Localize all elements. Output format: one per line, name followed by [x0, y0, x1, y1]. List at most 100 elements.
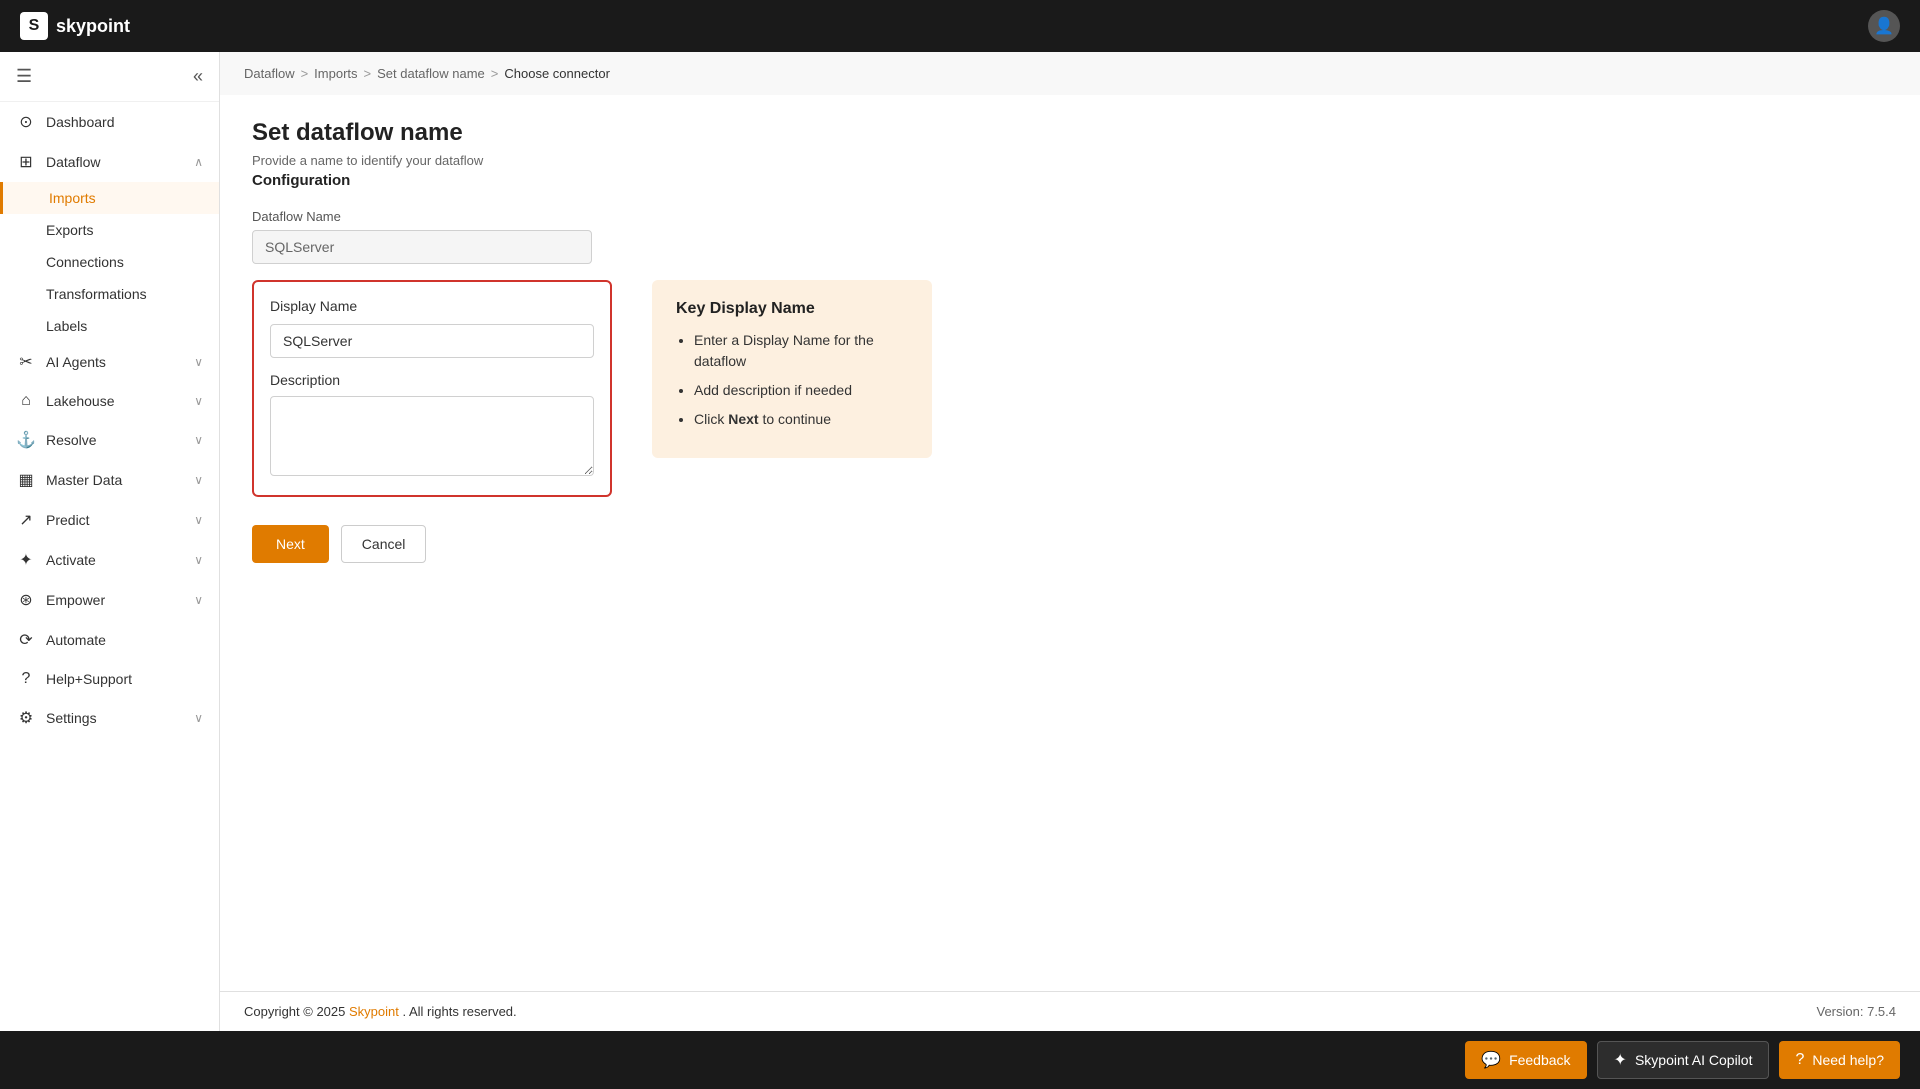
sidebar-item-label: Empower	[46, 592, 184, 608]
display-name-input[interactable]	[270, 324, 594, 358]
sidebar-sub-item-transformations[interactable]: Transformations	[0, 278, 219, 310]
hint-item-2: Add description if needed	[694, 380, 908, 401]
brand-link[interactable]: Skypoint	[349, 1004, 399, 1019]
labels-label: Labels	[46, 318, 87, 334]
page-subtitle: Provide a name to identify your dataflow	[252, 153, 1888, 168]
dataflow-name-label: Dataflow Name	[252, 209, 1888, 224]
sidebar-item-label: Dataflow	[46, 154, 184, 170]
cancel-button[interactable]: Cancel	[341, 525, 427, 563]
sidebar-item-label: Automate	[46, 632, 203, 648]
sidebar-sub-item-labels[interactable]: Labels	[0, 310, 219, 342]
breadcrumb-sep-1: >	[301, 66, 309, 81]
feedback-icon: 💬	[1481, 1050, 1501, 1070]
brand-name: skypoint	[56, 16, 130, 37]
sidebar-item-dataflow[interactable]: ⊞ Dataflow ∧	[0, 142, 219, 182]
sidebar-item-automate[interactable]: ⟳ Automate	[0, 620, 219, 660]
description-label: Description	[270, 372, 594, 388]
activate-icon: ✦	[16, 550, 36, 570]
footer-version: Version: 7.5.4	[1817, 1004, 1897, 1019]
chevron-down-icon: ∨	[194, 355, 203, 369]
connections-label: Connections	[46, 254, 124, 270]
sidebar-item-label: Settings	[46, 710, 184, 726]
main-layout: ☰ « ⊙ Dashboard ⊞ Dataflow ∧ Imports Exp…	[0, 52, 1920, 1031]
ai-agents-icon: ✂	[16, 352, 36, 372]
chevron-down-icon: ∨	[194, 553, 203, 567]
master-data-icon: ▦	[16, 470, 36, 490]
topbar: S skypoint 👤	[0, 0, 1920, 52]
section-label: Configuration	[252, 172, 1888, 189]
main-content: Set dataflow name Provide a name to iden…	[220, 95, 1920, 991]
resolve-icon: ⚓	[16, 430, 36, 450]
chevron-down-icon: ∨	[194, 473, 203, 487]
sidebar-sub-item-imports[interactable]: Imports	[0, 182, 219, 214]
footer: Copyright © 2025 Skypoint . All rights r…	[220, 991, 1920, 1031]
logo-icon: S	[20, 12, 48, 40]
chevron-down-icon: ∨	[194, 711, 203, 725]
chevron-down-icon: ∨	[194, 394, 203, 408]
hamburger-icon[interactable]: ☰	[16, 66, 32, 87]
content-area: Dataflow > Imports > Set dataflow name >…	[220, 52, 1920, 1031]
breadcrumb-imports[interactable]: Imports	[314, 66, 357, 81]
sidebar: ☰ « ⊙ Dashboard ⊞ Dataflow ∧ Imports Exp…	[0, 52, 220, 1031]
lakehouse-icon: ⌂	[16, 392, 36, 410]
display-name-box: Display Name Description	[252, 280, 612, 497]
sidebar-sub-item-exports[interactable]: Exports	[0, 214, 219, 246]
sidebar-item-settings[interactable]: ⚙ Settings ∨	[0, 698, 219, 738]
predict-icon: ↗	[16, 510, 36, 530]
hint-title: Key Display Name	[676, 300, 908, 318]
sidebar-item-label: Resolve	[46, 432, 184, 448]
sidebar-item-label: Lakehouse	[46, 393, 184, 409]
feedback-button[interactable]: 💬 Feedback	[1465, 1041, 1586, 1079]
empower-icon: ⊛	[16, 590, 36, 610]
breadcrumb-sep-3: >	[491, 66, 499, 81]
chevron-up-icon: ∧	[194, 155, 203, 169]
sidebar-sub-item-connections[interactable]: Connections	[0, 246, 219, 278]
sidebar-item-predict[interactable]: ↗ Predict ∨	[0, 500, 219, 540]
dashboard-icon: ⊙	[16, 112, 36, 132]
brand-logo[interactable]: S skypoint	[20, 12, 130, 40]
sidebar-item-master-data[interactable]: ▦ Master Data ∨	[0, 460, 219, 500]
breadcrumb-current: Choose connector	[504, 66, 610, 81]
help-button-icon: ?	[1795, 1051, 1804, 1069]
next-button[interactable]: Next	[252, 525, 329, 563]
imports-label: Imports	[49, 190, 96, 206]
breadcrumb: Dataflow > Imports > Set dataflow name >…	[220, 52, 1920, 95]
breadcrumb-dataflow[interactable]: Dataflow	[244, 66, 295, 81]
form-row: Display Name Description Key Display Nam…	[252, 280, 1888, 521]
sidebar-item-help-support[interactable]: ? Help+Support	[0, 660, 219, 698]
sidebar-item-label: Predict	[46, 512, 184, 528]
page-title: Set dataflow name	[252, 119, 1888, 147]
sidebar-item-ai-agents[interactable]: ✂ AI Agents ∨	[0, 342, 219, 382]
help-button[interactable]: ? Need help?	[1779, 1041, 1900, 1079]
copilot-label: Skypoint AI Copilot	[1635, 1052, 1753, 1068]
sidebar-item-resolve[interactable]: ⚓ Resolve ∨	[0, 420, 219, 460]
sidebar-item-label: Help+Support	[46, 671, 203, 687]
transformations-label: Transformations	[46, 286, 147, 302]
copyright-text: Copyright © 2025	[244, 1004, 349, 1019]
feedback-label: Feedback	[1509, 1052, 1570, 1068]
sidebar-item-lakehouse[interactable]: ⌂ Lakehouse ∨	[0, 382, 219, 420]
automate-icon: ⟳	[16, 630, 36, 650]
copilot-button[interactable]: ✦ Skypoint AI Copilot	[1597, 1041, 1770, 1079]
description-textarea[interactable]	[270, 396, 594, 476]
user-avatar[interactable]: 👤	[1868, 10, 1900, 42]
chevron-down-icon: ∨	[194, 433, 203, 447]
sidebar-item-label: Master Data	[46, 472, 184, 488]
sidebar-item-empower[interactable]: ⊛ Empower ∨	[0, 580, 219, 620]
sidebar-item-dashboard[interactable]: ⊙ Dashboard	[0, 102, 219, 142]
breadcrumb-set-name[interactable]: Set dataflow name	[377, 66, 485, 81]
rights-text: . All rights reserved.	[402, 1004, 516, 1019]
button-row: Next Cancel	[252, 525, 1888, 563]
dataflow-icon: ⊞	[16, 152, 36, 172]
sidebar-item-activate[interactable]: ✦ Activate ∨	[0, 540, 219, 580]
chevron-down-icon: ∨	[194, 513, 203, 527]
sidebar-item-label: Dashboard	[46, 114, 203, 130]
breadcrumb-sep-2: >	[364, 66, 372, 81]
copilot-icon: ✦	[1614, 1050, 1627, 1070]
collapse-icon[interactable]: «	[193, 66, 203, 87]
help-label: Need help?	[1812, 1052, 1884, 1068]
display-name-label: Display Name	[270, 298, 594, 314]
hint-box: Key Display Name Enter a Display Name fo…	[652, 280, 932, 458]
dataflow-name-input[interactable]	[252, 230, 592, 264]
hint-item-3: Click Next to continue	[694, 409, 908, 430]
